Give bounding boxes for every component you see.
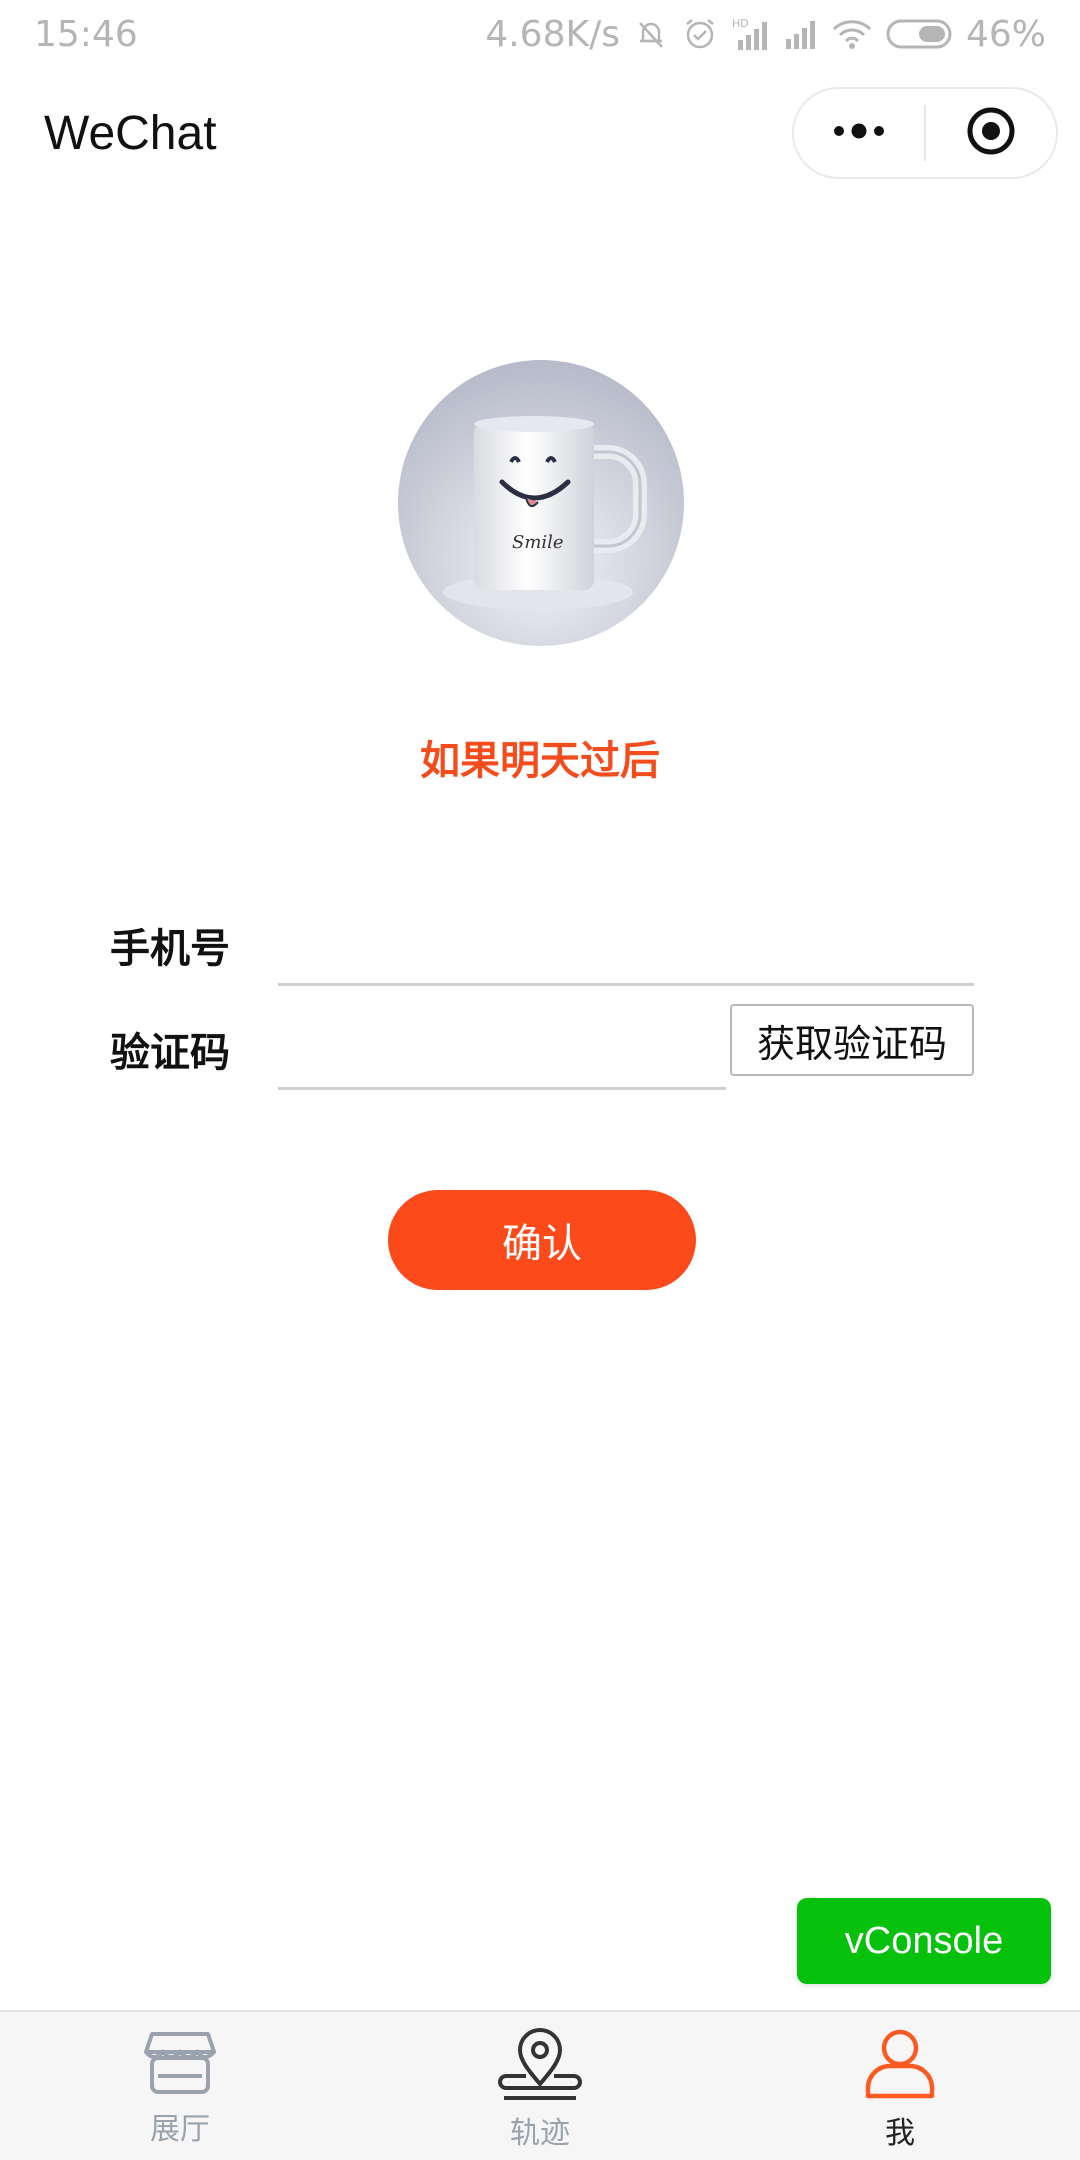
status-bar: 15:46 4.68K/s HD 46%	[0, 0, 1080, 68]
code-input[interactable]	[278, 1004, 726, 1090]
store-icon	[144, 2028, 216, 2100]
tab-hall-label: 展厅	[150, 2112, 210, 2147]
tab-me-label: 我	[885, 2116, 915, 2151]
user-icon	[862, 2028, 938, 2104]
capsule-menu	[792, 87, 1058, 179]
wifi-icon	[832, 17, 872, 51]
battery-percent: 46%	[965, 13, 1046, 55]
alarm-icon	[682, 16, 718, 52]
tab-track-label: 轨迹	[510, 2116, 570, 2151]
confirm-button[interactable]: 确认	[388, 1190, 696, 1290]
tab-bar: 展厅 轨迹 我	[0, 2010, 1080, 2160]
nav-bar: WeChat	[0, 68, 1080, 198]
phone-label: 手机号	[110, 926, 230, 972]
status-time: 15:46	[34, 13, 138, 55]
username: 如果明天过后	[420, 738, 660, 784]
code-label: 验证码	[110, 1030, 230, 1076]
more-dots-icon	[831, 121, 887, 145]
smile-mug-icon: Smile	[443, 416, 647, 610]
svg-text:Smile: Smile	[512, 532, 564, 553]
mute-icon	[634, 17, 668, 51]
vconsole-button[interactable]: vConsole	[797, 1898, 1051, 1984]
screen: 15:46 4.68K/s HD 46% WeChat Smile 如果明天过后…	[0, 0, 1080, 2160]
tab-hall[interactable]: 展厅	[0, 2012, 360, 2160]
tab-track[interactable]: 轨迹	[360, 2012, 720, 2160]
svg-text:HD: HD	[732, 17, 749, 30]
signal-icon	[784, 17, 818, 51]
phone-input[interactable]	[278, 900, 974, 986]
tab-me[interactable]: 我	[720, 2012, 1080, 2160]
avatar: Smile	[398, 360, 684, 646]
location-pin-icon	[498, 2028, 582, 2104]
phone-row: 手机号	[110, 900, 974, 990]
close-miniprogram-button[interactable]	[926, 89, 1056, 177]
target-icon	[966, 106, 1016, 160]
code-row: 验证码 获取验证码	[110, 1004, 974, 1094]
network-speed: 4.68K/s	[485, 13, 620, 55]
get-code-button[interactable]: 获取验证码	[730, 1004, 974, 1076]
battery-icon	[886, 18, 956, 50]
battery-indicator: 46%	[886, 14, 1046, 55]
hd-signal-icon: HD	[732, 16, 770, 52]
nav-title: WeChat	[44, 106, 217, 160]
more-button[interactable]	[794, 89, 924, 177]
